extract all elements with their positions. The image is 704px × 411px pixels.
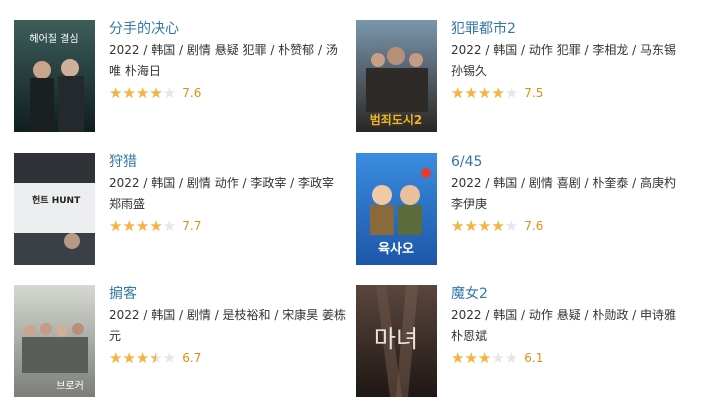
movie-poster[interactable]: 브로커 xyxy=(14,285,95,397)
movie-info: 犯罪都市2 2022 / 韩国 / 动作 犯罪 / 李相龙 / 马东锡 孙锡久 … xyxy=(451,20,691,101)
movie-poster[interactable]: 마녀 xyxy=(356,285,437,397)
rating-score: 6.1 xyxy=(524,351,544,365)
movie-info: 狩猎 2022 / 韩国 / 剧情 动作 / 李政宰 / 李政宰 郑雨盛 ★★★… xyxy=(109,153,349,234)
movie-title-link[interactable]: 魔女2 xyxy=(451,285,691,303)
movie-poster[interactable]: 범죄도시2 xyxy=(356,20,437,132)
movie-rating: ★★★★★ ★★★★★ 7.6 xyxy=(109,85,349,101)
movie-list: 헤어질 결심 分手的决心 2022 / 韩国 / 剧情 悬疑 犯罪 / 朴赞郁 … xyxy=(0,0,704,411)
rating-stars: ★★★★★ ★★★★★ xyxy=(451,84,519,102)
rating-score: 7.5 xyxy=(524,86,544,100)
movie-info: 分手的决心 2022 / 韩国 / 剧情 悬疑 犯罪 / 朴赞郁 / 汤唯 朴海… xyxy=(109,20,349,101)
movie-card: 헌트 HUNT 狩猎 2022 / 韩国 / 剧情 动作 / 李政宰 / 李政宰… xyxy=(14,153,354,265)
rating-score: 7.6 xyxy=(182,86,202,100)
rating-score: 6.7 xyxy=(182,351,202,365)
poster-title-text: 헌트 HUNT xyxy=(32,194,81,206)
poster-image: 헌트 HUNT xyxy=(14,153,95,265)
movie-poster[interactable]: 육사오 xyxy=(356,153,437,265)
poster-title-text: 범죄도시2 xyxy=(370,112,423,127)
poster-image: 헤어질 결심 xyxy=(14,20,95,132)
rating-stars: ★★★★★ ★★★★★ xyxy=(451,217,519,235)
movie-title-link[interactable]: 分手的决心 xyxy=(109,20,349,38)
rating-score: 7.6 xyxy=(524,219,544,233)
movie-card: 마녀 魔女2 2022 / 韩国 / 动作 悬疑 / 朴勋政 / 申诗雅 朴恩斌… xyxy=(356,285,696,397)
movie-meta: 2022 / 韩国 / 剧情 / 是枝裕和 / 宋康昊 姜栋元 xyxy=(109,308,347,343)
poster-title-text: 육사오 xyxy=(378,241,414,257)
poster-image: 마녀 xyxy=(356,285,437,397)
movie-meta: 2022 / 韩国 / 剧情 悬疑 犯罪 / 朴赞郁 / 汤唯 朴海日 xyxy=(109,43,338,78)
poster-image: 육사오 xyxy=(356,153,437,265)
poster-title-text: 브로커 xyxy=(56,380,84,392)
movie-rating: ★★★★★ ★★★★★ 6.7 xyxy=(109,350,349,366)
movie-card: 육사오 6/45 2022 / 韩国 / 剧情 喜剧 / 朴奎泰 / 高庚杓 李… xyxy=(356,153,696,265)
movie-meta: 2022 / 韩国 / 动作 悬疑 / 朴勋政 / 申诗雅 朴恩斌 xyxy=(451,308,677,343)
poster-image: 브로커 xyxy=(14,285,95,397)
movie-title-link[interactable]: 掮客 xyxy=(109,285,349,303)
movie-title-link[interactable]: 犯罪都市2 xyxy=(451,20,691,38)
movie-poster[interactable]: 헌트 HUNT xyxy=(14,153,95,265)
movie-card: 브로커 掮客 2022 / 韩国 / 剧情 / 是枝裕和 / 宋康昊 姜栋元 ★… xyxy=(14,285,354,397)
movie-rating: ★★★★★ ★★★★★ 6.1 xyxy=(451,350,691,366)
movie-rating: ★★★★★ ★★★★★ 7.7 xyxy=(109,218,349,234)
poster-title-text: 헤어질 결심 xyxy=(29,33,78,45)
movie-meta: 2022 / 韩国 / 动作 犯罪 / 李相龙 / 马东锡 孙锡久 xyxy=(451,43,677,78)
movie-info: 掮客 2022 / 韩国 / 剧情 / 是枝裕和 / 宋康昊 姜栋元 ★★★★★… xyxy=(109,285,349,366)
movie-info: 魔女2 2022 / 韩国 / 动作 悬疑 / 朴勋政 / 申诗雅 朴恩斌 ★★… xyxy=(451,285,691,366)
movie-rating: ★★★★★ ★★★★★ 7.6 xyxy=(451,218,691,234)
rating-stars: ★★★★★ ★★★★★ xyxy=(109,84,177,102)
movie-poster[interactable]: 헤어질 결심 xyxy=(14,20,95,132)
rating-stars: ★★★★★ ★★★★★ xyxy=(451,349,519,367)
rating-stars: ★★★★★ ★★★★★ xyxy=(109,217,177,235)
poster-title-text: 마녀 xyxy=(374,325,418,353)
movie-info: 6/45 2022 / 韩国 / 剧情 喜剧 / 朴奎泰 / 高庚杓 李伊庚 ★… xyxy=(451,153,691,234)
movie-title-link[interactable]: 6/45 xyxy=(451,153,691,171)
rating-stars: ★★★★★ ★★★★★ xyxy=(109,349,177,367)
movie-title-link[interactable]: 狩猎 xyxy=(109,153,349,171)
movie-rating: ★★★★★ ★★★★★ 7.5 xyxy=(451,85,691,101)
movie-meta: 2022 / 韩国 / 剧情 喜剧 / 朴奎泰 / 高庚杓 李伊庚 xyxy=(451,176,677,211)
movie-meta: 2022 / 韩国 / 剧情 动作 / 李政宰 / 李政宰 郑雨盛 xyxy=(109,176,335,211)
movie-card: 범죄도시2 犯罪都市2 2022 / 韩国 / 动作 犯罪 / 李相龙 / 马东… xyxy=(356,20,696,132)
poster-image: 범죄도시2 xyxy=(356,20,437,132)
rating-score: 7.7 xyxy=(182,219,202,233)
movie-card: 헤어질 결심 分手的决心 2022 / 韩国 / 剧情 悬疑 犯罪 / 朴赞郁 … xyxy=(14,20,354,132)
